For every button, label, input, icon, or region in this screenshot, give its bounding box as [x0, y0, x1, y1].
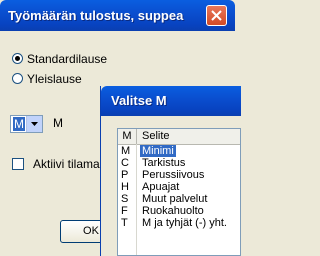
- valitse-popup: Valitse M M Selite M Minimi C Tarkistus …: [100, 86, 241, 256]
- list-item[interactable]: H Apuajat: [118, 181, 240, 193]
- popup-title: Valitse M: [111, 93, 167, 108]
- list-item[interactable]: S Muut palvelut: [118, 193, 240, 205]
- popup-title-bar[interactable]: Valitse M: [101, 86, 241, 116]
- radio-standardilause[interactable]: [12, 53, 23, 64]
- list-item-code: C: [121, 157, 129, 169]
- code-select[interactable]: M: [10, 115, 43, 133]
- close-icon: [211, 10, 222, 21]
- list-item[interactable]: M Minimi: [118, 145, 240, 157]
- list-item-desc: Ruokahuolto: [142, 205, 204, 217]
- column-header-selite[interactable]: Selite: [142, 129, 170, 144]
- list-item-code: F: [121, 205, 128, 217]
- column-header-code[interactable]: M: [118, 129, 137, 144]
- list-item[interactable]: F Ruokahuolto: [118, 205, 240, 217]
- list-item-desc: Perussiivous: [142, 169, 205, 181]
- radio-yleislause-label: Yleislause: [27, 72, 82, 86]
- chevron-down-icon: [31, 122, 38, 126]
- list-item-desc: Minimi: [140, 145, 176, 157]
- code-select-value: M: [13, 117, 25, 131]
- list-item-code: P: [121, 169, 129, 181]
- list-item-code: H: [121, 181, 129, 193]
- list-item-code: S: [121, 193, 129, 205]
- close-button[interactable]: [206, 5, 227, 26]
- list-item-desc: Muut palvelut: [142, 193, 208, 205]
- list-item[interactable]: C Tarkistus: [118, 157, 240, 169]
- list-item-code: M: [121, 145, 131, 157]
- radio-yleislause[interactable]: [12, 73, 23, 84]
- dropdown-button[interactable]: [26, 116, 42, 132]
- title-bar[interactable]: Työmäärän tulostus, suppea: [0, 0, 235, 31]
- radio-standardilause-label: Standardilause: [27, 52, 108, 66]
- list-item[interactable]: P Perussiivous: [118, 169, 240, 181]
- list-item[interactable]: T M ja tyhjät (-) yht.: [118, 217, 240, 229]
- list-item-code: T: [121, 217, 128, 229]
- list-header: M Selite: [118, 129, 240, 145]
- code-select-label: M: [53, 116, 63, 130]
- aktiivi-tilamalli-checkbox[interactable]: [12, 158, 24, 170]
- list-item-desc: Apuajat: [142, 181, 180, 193]
- aktiivi-tilamalli-label: Aktiivi tilamalli: [33, 157, 108, 171]
- radio-selected-dot: [15, 56, 20, 61]
- window-title: Työmäärän tulostus, suppea: [8, 8, 184, 23]
- code-list[interactable]: M Selite M Minimi C Tarkistus P Perussii…: [117, 128, 241, 256]
- list-item-desc: M ja tyhjät (-) yht.: [142, 217, 227, 229]
- list-item-desc: Tarkistus: [142, 157, 186, 169]
